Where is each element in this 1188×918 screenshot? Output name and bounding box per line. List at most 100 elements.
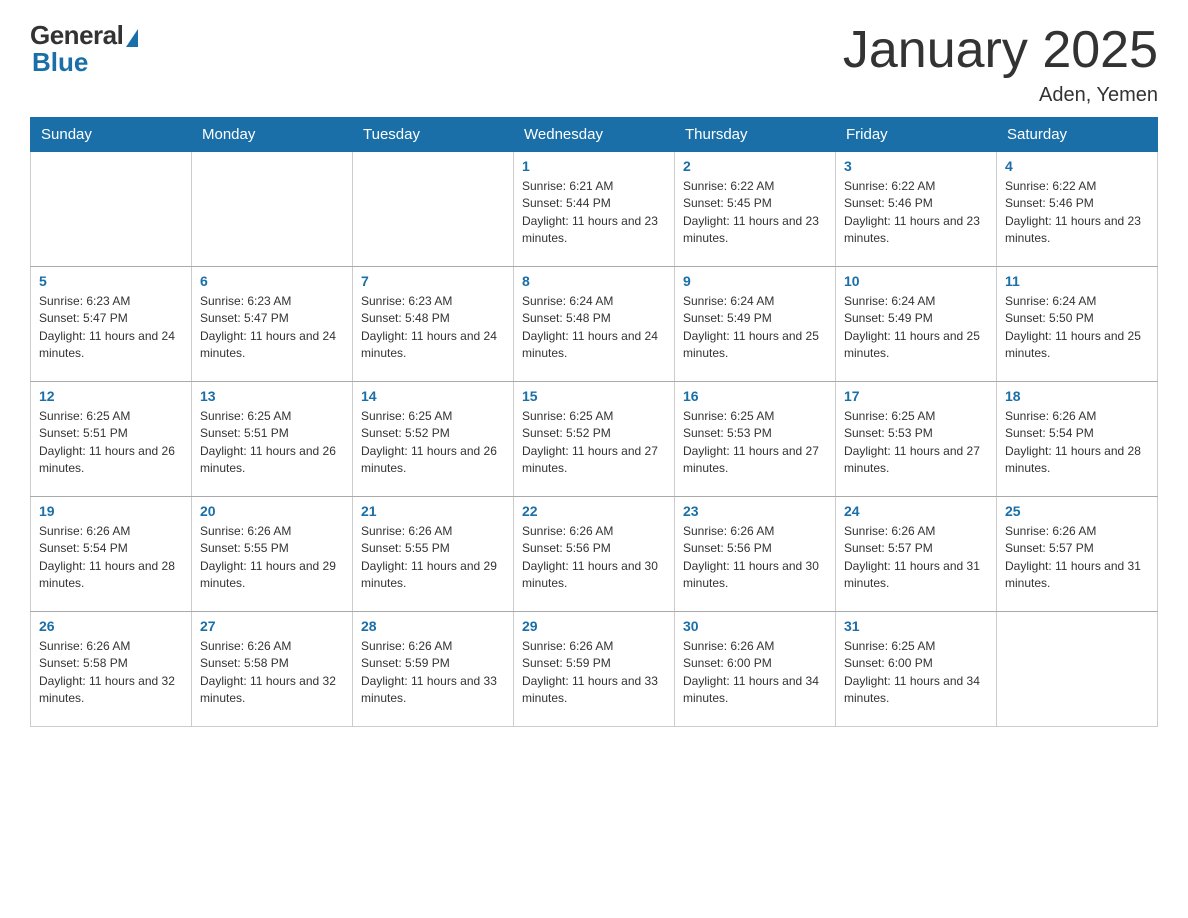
calendar-cell — [353, 152, 514, 267]
day-number: 21 — [361, 503, 505, 519]
day-number: 12 — [39, 388, 183, 404]
day-info: Sunrise: 6:26 AM Sunset: 5:54 PM Dayligh… — [1005, 408, 1149, 478]
calendar-cell: 11Sunrise: 6:24 AM Sunset: 5:50 PM Dayli… — [997, 267, 1158, 382]
day-number: 8 — [522, 273, 666, 289]
day-number: 17 — [844, 388, 988, 404]
day-of-week-header: Friday — [836, 118, 997, 152]
day-number: 19 — [39, 503, 183, 519]
calendar-cell: 25 Sunrise: 6:26 AM Sunset: 5:57 PM Dayli… — [997, 497, 1158, 612]
day-number: 14 — [361, 388, 505, 404]
day-info: Sunrise: 6:25 AM Sunset: 5:52 PM Dayligh… — [522, 408, 666, 478]
day-info: Sunrise: 6:26 AM Sunset: 5:59 PM Dayligh… — [361, 638, 505, 708]
calendar-cell — [192, 152, 353, 267]
calendar-cell: 1 Sunrise: 6:21 AM Sunset: 5:44 PM Daylig… — [514, 152, 675, 267]
calendar-subtitle: Aden, Yemen — [843, 84, 1158, 107]
calendar-cell: 30Sunrise: 6:26 AM Sunset: 6:00 PM Dayli… — [675, 612, 836, 727]
calendar-cell: 20 Sunrise: 6:26 AM Sunset: 5:55 PM Dayli… — [192, 497, 353, 612]
calendar-week-row: 1 Sunrise: 6:21 AM Sunset: 5:44 PM Daylig… — [31, 152, 1158, 267]
page-header: General Blue January 2025 Aden, Yemen — [30, 20, 1158, 107]
calendar-cell: 7 Sunrise: 6:23 AM Sunset: 5:48 PM Daylig… — [353, 267, 514, 382]
calendar-cell: 6 Sunrise: 6:23 AM Sunset: 5:47 PM Daylig… — [192, 267, 353, 382]
calendar-cell: 23 Sunrise: 6:26 AM Sunset: 5:56 PM Dayli… — [675, 497, 836, 612]
day-number: 26 — [39, 618, 183, 634]
calendar-header: SundayMondayTuesdayWednesdayThursdayFrid… — [31, 118, 1158, 152]
day-info: Sunrise: 6:26 AM Sunset: 5:56 PM Dayligh… — [683, 523, 827, 593]
day-number: 20 — [200, 503, 344, 519]
day-info: Sunrise: 6:25 AM Sunset: 5:51 PM Dayligh… — [39, 408, 183, 478]
day-number: 23 — [683, 503, 827, 519]
calendar-cell: 5 Sunrise: 6:23 AM Sunset: 5:47 PM Daylig… — [31, 267, 192, 382]
day-info: Sunrise: 6:23 AM Sunset: 5:47 PM Dayligh… — [200, 293, 344, 363]
calendar-cell: 22 Sunrise: 6:26 AM Sunset: 5:56 PM Dayli… — [514, 497, 675, 612]
day-number: 3 — [844, 158, 988, 174]
day-info: Sunrise: 6:24 AM Sunset: 5:48 PM Dayligh… — [522, 293, 666, 363]
calendar-week-row: 5 Sunrise: 6:23 AM Sunset: 5:47 PM Daylig… — [31, 267, 1158, 382]
day-number: 27 — [200, 618, 344, 634]
day-info: Sunrise: 6:26 AM Sunset: 5:59 PM Dayligh… — [522, 638, 666, 708]
day-number: 4 — [1005, 158, 1149, 174]
day-info: Sunrise: 6:22 AM Sunset: 5:46 PM Dayligh… — [844, 178, 988, 248]
calendar-cell: 2 Sunrise: 6:22 AM Sunset: 5:45 PM Daylig… — [675, 152, 836, 267]
day-info: Sunrise: 6:26 AM Sunset: 5:58 PM Dayligh… — [200, 638, 344, 708]
calendar-cell: 28Sunrise: 6:26 AM Sunset: 5:59 PM Dayli… — [353, 612, 514, 727]
title-section: January 2025 Aden, Yemen — [843, 20, 1158, 107]
day-of-week-header: Monday — [192, 118, 353, 152]
calendar-cell: 21Sunrise: 6:26 AM Sunset: 5:55 PM Dayli… — [353, 497, 514, 612]
calendar-cell: 10Sunrise: 6:24 AM Sunset: 5:49 PM Dayli… — [836, 267, 997, 382]
day-number: 31 — [844, 618, 988, 634]
day-info: Sunrise: 6:24 AM Sunset: 5:49 PM Dayligh… — [683, 293, 827, 363]
calendar-cell: 17Sunrise: 6:25 AM Sunset: 5:53 PM Dayli… — [836, 382, 997, 497]
day-of-week-header: Sunday — [31, 118, 192, 152]
calendar-cell — [31, 152, 192, 267]
day-number: 15 — [522, 388, 666, 404]
day-info: Sunrise: 6:24 AM Sunset: 5:49 PM Dayligh… — [844, 293, 988, 363]
day-info: Sunrise: 6:26 AM Sunset: 5:57 PM Dayligh… — [1005, 523, 1149, 593]
calendar-week-row: 26 Sunrise: 6:26 AM Sunset: 5:58 PM Dayli… — [31, 612, 1158, 727]
logo-blue-text: Blue — [32, 47, 88, 78]
day-info: Sunrise: 6:26 AM Sunset: 5:55 PM Dayligh… — [200, 523, 344, 593]
day-info: Sunrise: 6:22 AM Sunset: 5:46 PM Dayligh… — [1005, 178, 1149, 248]
day-info: Sunrise: 6:21 AM Sunset: 5:44 PM Dayligh… — [522, 178, 666, 248]
day-number: 29 — [522, 618, 666, 634]
calendar-cell: 19Sunrise: 6:26 AM Sunset: 5:54 PM Dayli… — [31, 497, 192, 612]
day-of-week-header: Thursday — [675, 118, 836, 152]
day-info: Sunrise: 6:25 AM Sunset: 5:53 PM Dayligh… — [683, 408, 827, 478]
day-of-week-header: Tuesday — [353, 118, 514, 152]
day-info: Sunrise: 6:25 AM Sunset: 5:52 PM Dayligh… — [361, 408, 505, 478]
calendar-cell: 16 Sunrise: 6:25 AM Sunset: 5:53 PM Dayli… — [675, 382, 836, 497]
day-number: 22 — [522, 503, 666, 519]
day-number: 6 — [200, 273, 344, 289]
day-number: 5 — [39, 273, 183, 289]
calendar-cell: 12 Sunrise: 6:25 AM Sunset: 5:51 PM Dayli… — [31, 382, 192, 497]
day-number: 1 — [522, 158, 666, 174]
calendar-week-row: 19Sunrise: 6:26 AM Sunset: 5:54 PM Dayli… — [31, 497, 1158, 612]
day-number: 25 — [1005, 503, 1149, 519]
calendar-cell: 4 Sunrise: 6:22 AM Sunset: 5:46 PM Daylig… — [997, 152, 1158, 267]
day-number: 9 — [683, 273, 827, 289]
day-number: 16 — [683, 388, 827, 404]
day-info: Sunrise: 6:22 AM Sunset: 5:45 PM Dayligh… — [683, 178, 827, 248]
calendar-cell: 24Sunrise: 6:26 AM Sunset: 5:57 PM Dayli… — [836, 497, 997, 612]
day-number: 2 — [683, 158, 827, 174]
day-info: Sunrise: 6:23 AM Sunset: 5:47 PM Dayligh… — [39, 293, 183, 363]
calendar-cell: 3 Sunrise: 6:22 AM Sunset: 5:46 PM Daylig… — [836, 152, 997, 267]
calendar-cell: 8 Sunrise: 6:24 AM Sunset: 5:48 PM Daylig… — [514, 267, 675, 382]
day-number: 7 — [361, 273, 505, 289]
day-number: 13 — [200, 388, 344, 404]
day-info: Sunrise: 6:26 AM Sunset: 5:58 PM Dayligh… — [39, 638, 183, 708]
day-of-week-header: Wednesday — [514, 118, 675, 152]
calendar-cell: 13Sunrise: 6:25 AM Sunset: 5:51 PM Dayli… — [192, 382, 353, 497]
calendar-cell: 26 Sunrise: 6:26 AM Sunset: 5:58 PM Dayli… — [31, 612, 192, 727]
day-info: Sunrise: 6:26 AM Sunset: 5:56 PM Dayligh… — [522, 523, 666, 593]
calendar-table: SundayMondayTuesdayWednesdayThursdayFrid… — [30, 117, 1158, 727]
logo-triangle-icon — [126, 29, 138, 47]
day-info: Sunrise: 6:23 AM Sunset: 5:48 PM Dayligh… — [361, 293, 505, 363]
calendar-cell: 15 Sunrise: 6:25 AM Sunset: 5:52 PM Dayli… — [514, 382, 675, 497]
calendar-cell — [997, 612, 1158, 727]
logo: General Blue — [30, 20, 138, 78]
day-info: Sunrise: 6:24 AM Sunset: 5:50 PM Dayligh… — [1005, 293, 1149, 363]
calendar-body: 1 Sunrise: 6:21 AM Sunset: 5:44 PM Daylig… — [31, 152, 1158, 727]
day-info: Sunrise: 6:26 AM Sunset: 5:57 PM Dayligh… — [844, 523, 988, 593]
calendar-cell: 14 Sunrise: 6:25 AM Sunset: 5:52 PM Dayli… — [353, 382, 514, 497]
calendar-cell: 31Sunrise: 6:25 AM Sunset: 6:00 PM Dayli… — [836, 612, 997, 727]
